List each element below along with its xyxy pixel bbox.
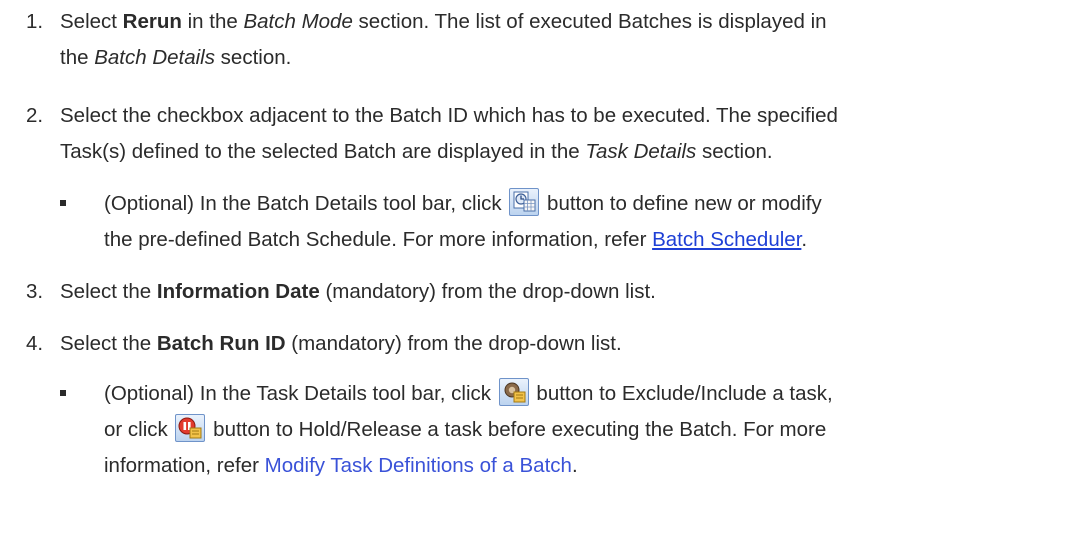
batch-scheduler-link[interactable]: Batch Scheduler <box>652 228 801 251</box>
step-text-line: the Batch Details section. <box>60 40 1070 76</box>
text-span: button to Hold/Release a task before exe… <box>207 418 827 441</box>
bullet-square <box>60 200 66 206</box>
text-span: (mandatory) from the drop-down list. <box>285 332 622 355</box>
bullet-text-line: or click button to Hold/Release a task b… <box>104 412 1064 448</box>
text-span: . <box>571 454 578 477</box>
exclude-include-task-icon[interactable] <box>498 377 529 406</box>
bullet-text-line: (Optional) In the Batch Details tool bar… <box>104 186 1064 222</box>
step-number: 1. <box>26 10 44 33</box>
batch-schedule-icon[interactable] <box>509 187 540 216</box>
section-name: Task Details <box>585 140 697 163</box>
bullet-text-line: the pre-defined Batch Schedule. For more… <box>104 222 1064 258</box>
instructions-page: 1. Select Rerun in the Batch Mode sectio… <box>0 0 1082 533</box>
step-text-line: Select the checkbox adjacent to the Batc… <box>60 104 838 127</box>
text-span: section. <box>696 140 773 163</box>
text-span: in the <box>181 10 244 33</box>
text-span: (Optional) In the Batch Details tool bar… <box>104 192 508 215</box>
text-span: Select the <box>60 280 157 303</box>
step-text-line: Select the Batch Run ID (mandatory) from… <box>60 326 1070 362</box>
text-span: button to Exclude/Include a task, <box>530 382 833 405</box>
ui-term-information-date: Information Date <box>156 280 320 303</box>
step-text-line: Select the Information Date (mandatory) … <box>60 274 1070 310</box>
text-span: Select <box>60 10 123 33</box>
step-number: 3. <box>26 280 44 303</box>
modify-task-definitions-link[interactable]: Modify Task Definitions of a Batch <box>265 454 572 477</box>
hold-release-task-icon[interactable] <box>175 413 206 442</box>
text-span: Select the <box>60 332 157 355</box>
section-name: Batch Mode <box>243 10 353 33</box>
text-span: section. The list of executed Batches is… <box>352 10 827 33</box>
ui-term-batch-run-id: Batch Run ID <box>156 332 286 355</box>
bullet-square <box>60 390 66 396</box>
text-span: button to define new or modify <box>541 192 822 215</box>
text-span: the <box>60 46 95 69</box>
bullet-text-line: information, refer Modify Task Definitio… <box>104 448 1064 484</box>
text-span: (Optional) In the Task Details tool bar,… <box>104 382 497 405</box>
text-span: Task(s) defined to the selected Batch ar… <box>60 140 586 163</box>
bullet-text-line: (Optional) In the Task Details tool bar,… <box>104 376 1064 412</box>
step-number: 2. <box>26 104 44 127</box>
text-span: . <box>801 228 808 251</box>
text-span: (mandatory) from the drop-down list. <box>319 280 656 303</box>
text-span: the pre-defined Batch Schedule. For more… <box>104 228 653 251</box>
step-number: 4. <box>26 332 44 355</box>
ui-term-rerun: Rerun <box>122 10 182 33</box>
section-name: Batch Details <box>94 46 215 69</box>
step-text-line: Task(s) defined to the selected Batch ar… <box>60 134 1070 170</box>
step-text-line: Select Rerun in the Batch Mode section. … <box>60 4 1070 40</box>
text-span: information, refer <box>104 454 265 477</box>
text-span: section. <box>214 46 292 69</box>
text-span: or click <box>104 418 174 441</box>
